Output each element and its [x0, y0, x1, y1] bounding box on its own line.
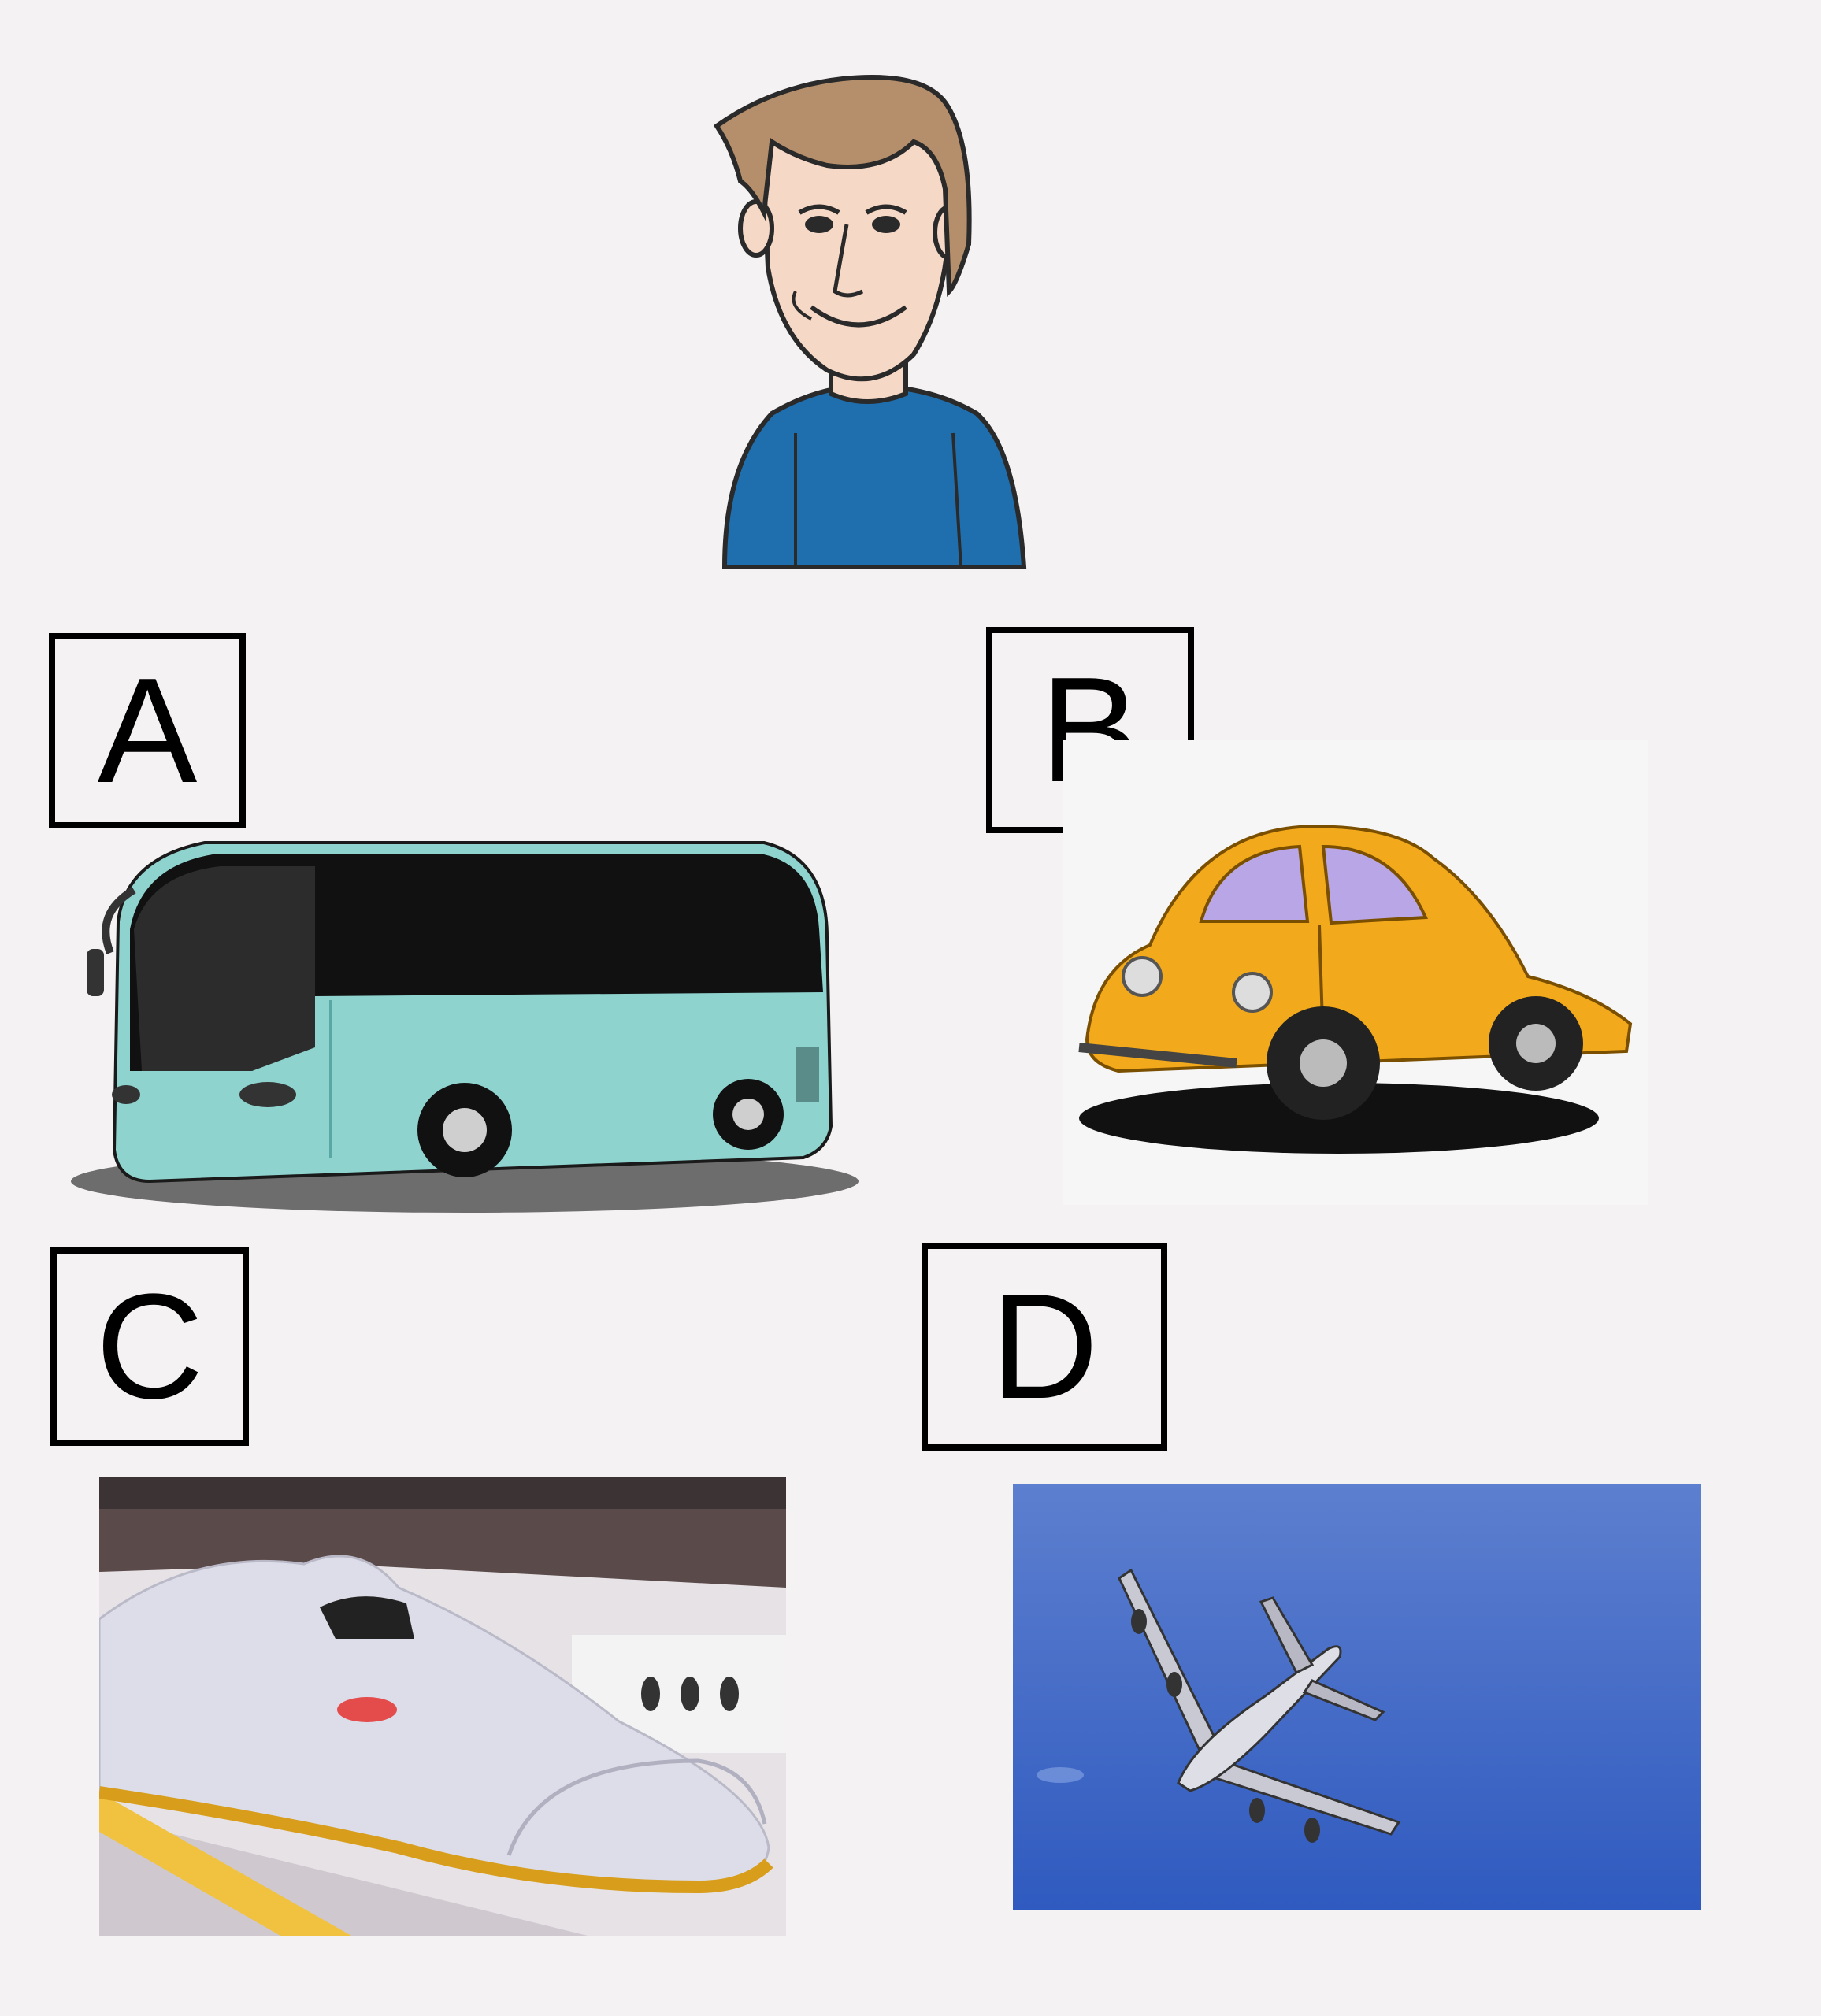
boy-illustration	[713, 75, 1027, 569]
option-d-image[interactable]	[1013, 1484, 1701, 1910]
option-d-label[interactable]: D	[922, 1243, 1167, 1451]
option-a-image[interactable]	[55, 811, 866, 1228]
option-c-label[interactable]: C	[50, 1247, 249, 1446]
train-icon	[99, 1477, 786, 1936]
airplane-icon	[1013, 1484, 1701, 1910]
option-a-letter: A	[97, 647, 198, 814]
option-c-image[interactable]	[99, 1477, 786, 1936]
option-d-letter: D	[990, 1263, 1099, 1430]
option-c-letter: C	[95, 1263, 204, 1430]
option-b-image[interactable]	[1063, 740, 1648, 1205]
boy-icon	[713, 75, 1027, 569]
option-a-label[interactable]: A	[49, 633, 246, 828]
bus-icon	[71, 841, 859, 1213]
